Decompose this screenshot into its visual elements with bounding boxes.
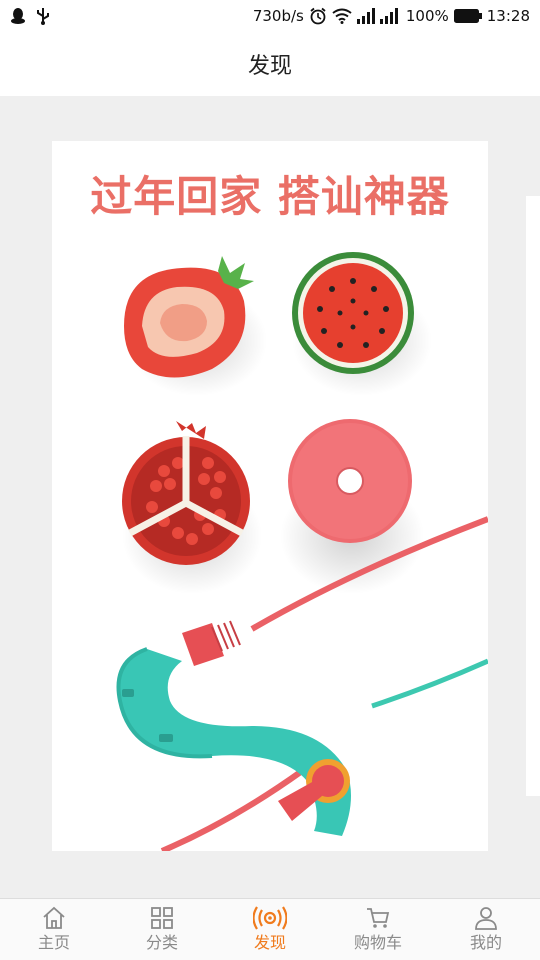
status-left: [10, 7, 50, 25]
strawberry-charger: [124, 256, 267, 396]
pomegranate-charger: [122, 421, 262, 594]
qq-icon: [11, 8, 25, 24]
nav-label-category: 分类: [145, 933, 178, 952]
user-icon: [475, 907, 497, 930]
nav-label-mine: 我的: [469, 933, 502, 952]
next-card-edge[interactable]: [526, 196, 540, 796]
nav-item-discover[interactable]: 发现: [216, 899, 324, 960]
s-shaped-power-strip: [116, 620, 351, 836]
usb-icon: [37, 8, 49, 25]
nav-label-cart: 购物车: [353, 933, 402, 952]
product-illustration: [116, 252, 488, 851]
discover-content[interactable]: 过年回家 搭讪神器: [0, 96, 540, 898]
grid-icon: [151, 907, 173, 929]
discover-icon: [253, 906, 287, 930]
donut-charger: [280, 419, 424, 594]
page-title: 发现: [247, 54, 292, 79]
bottom-nav: 主页 分类 发现 购物车 我的: [0, 898, 540, 960]
watermelon-charger: [292, 252, 432, 396]
nav-label-home: 主页: [37, 933, 70, 952]
battery-icon: [453, 9, 482, 23]
status-bar: 730b/s 100% 13:28: [0, 0, 540, 32]
nav-label-discover: 发现: [253, 933, 286, 952]
home-icon: [43, 906, 65, 929]
promo-banner[interactable]: 过年回家 搭讪神器: [52, 141, 488, 851]
nav-item-cart[interactable]: 购物车: [324, 899, 432, 960]
alarm-icon: [310, 7, 326, 25]
nav-item-home[interactable]: 主页: [0, 899, 108, 960]
clock: 13:28: [486, 7, 530, 25]
nav-item-category[interactable]: 分类: [108, 899, 216, 960]
nav-item-mine[interactable]: 我的: [432, 899, 540, 960]
battery-percent: 100%: [405, 7, 449, 25]
cart-icon: [367, 908, 390, 928]
wifi-icon: [332, 8, 352, 24]
signal-icon: [356, 8, 398, 24]
banner-headline: 过年回家 搭讪神器: [90, 172, 450, 221]
header: 发现: [0, 32, 540, 96]
network-speed: 730b/s: [252, 7, 304, 25]
status-right: 730b/s 100% 13:28: [253, 0, 530, 32]
